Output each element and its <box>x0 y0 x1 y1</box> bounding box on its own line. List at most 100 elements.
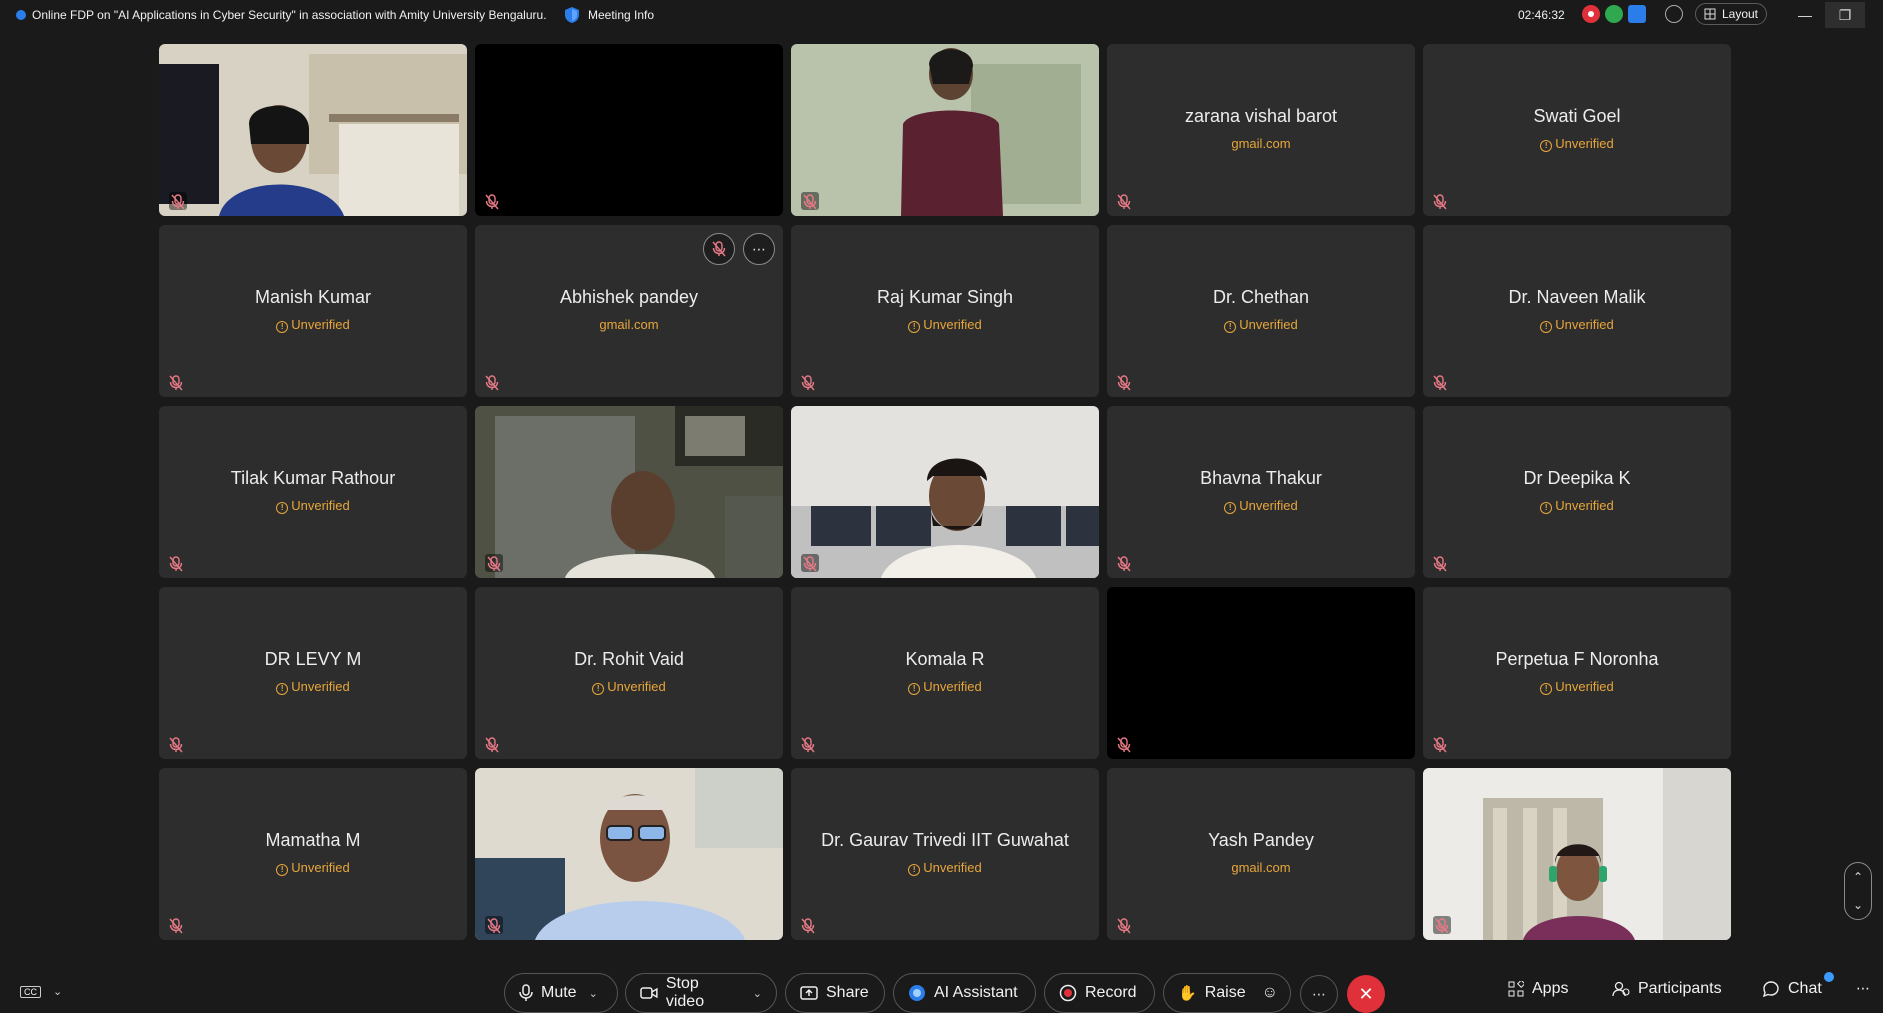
muted-microphone-icon <box>169 737 183 753</box>
participant-tile[interactable]: Swati Goel ! Unverified <box>1423 44 1731 216</box>
participant-tile[interactable] <box>159 44 467 216</box>
participant-tile[interactable]: Mamatha M ! Unverified <box>159 768 467 940</box>
participant-name: Perpetua F Noronha <box>1495 649 1659 669</box>
raise-button[interactable]: ✋ Raise ☺ <box>1163 973 1291 1013</box>
network-icon[interactable] <box>1605 5 1623 23</box>
warning-icon: ! <box>1224 321 1237 333</box>
meeting-timer: 02:46:32 <box>1518 8 1565 22</box>
layout-button[interactable]: Layout <box>1695 3 1767 25</box>
chevron-up-icon[interactable]: ⌃ <box>1853 870 1863 884</box>
muted-microphone-icon <box>1117 556 1131 572</box>
participant-tile[interactable] <box>475 44 783 216</box>
muted-microphone-icon <box>1433 916 1451 934</box>
share-button[interactable]: Share <box>785 973 885 1013</box>
unverified-badge: ! Unverified <box>159 317 467 333</box>
muted-microphone-icon <box>1117 918 1131 934</box>
apps-icon <box>1508 981 1524 997</box>
participant-video <box>475 768 783 940</box>
participant-tile[interactable]: Dr. Gaurav Trivedi IIT Guwahat ! Unverifie… <box>791 768 1099 940</box>
participant-tile[interactable] <box>1107 587 1415 759</box>
record-button[interactable]: Record <box>1044 973 1155 1013</box>
microphone-icon <box>519 984 533 1001</box>
chat-icon <box>1762 981 1779 998</box>
warning-icon: ! <box>1540 502 1553 514</box>
camera-icon <box>640 987 658 999</box>
warning-icon: ! <box>1224 502 1237 514</box>
participant-more-button[interactable]: ⋯ <box>743 233 775 265</box>
muted-microphone-icon <box>485 375 499 391</box>
ai-assistant-button[interactable]: AI Assistant <box>893 973 1036 1013</box>
unverified-badge: ! Unverified <box>791 317 1099 333</box>
participant-name: Dr. Rohit Vaid <box>574 649 684 669</box>
unverified-badge: ! Unverified <box>1107 317 1415 333</box>
muted-microphone-icon <box>485 737 499 753</box>
participant-tile[interactable]: Tilak Kumar Rathour ! Unverified <box>159 406 467 578</box>
participant-tile[interactable]: Komala R ! Unverified <box>791 587 1099 759</box>
participant-tile[interactable] <box>791 44 1099 216</box>
participant-tile[interactable]: Dr Deepika K ! Unverified <box>1423 406 1731 578</box>
muted-microphone-icon <box>485 916 503 934</box>
muted-microphone-icon <box>169 192 187 210</box>
muted-microphone-icon <box>1433 556 1447 572</box>
chevron-down-icon[interactable]: ⌄ <box>1853 898 1863 912</box>
participant-domain: gmail.com <box>1231 860 1291 875</box>
unverified-badge: ! Unverified <box>475 679 783 695</box>
tile-actions: ⋯ <box>703 233 775 265</box>
unverified-badge: ! Unverified <box>791 860 1099 876</box>
participant-tile[interactable]: Bhavna Thakur ! Unverified <box>1107 406 1415 578</box>
participant-domain: gmail.com <box>1231 136 1291 151</box>
webex-logo-icon <box>16 10 26 20</box>
chat-button[interactable]: Chat <box>1762 972 1834 998</box>
stop-video-button[interactable]: Stop video ⌄ <box>625 973 777 1013</box>
participant-name: Komala R <box>905 649 985 669</box>
participant-tile[interactable] <box>475 768 783 940</box>
reactions-icon[interactable]: ☺ <box>1262 984 1278 1002</box>
participant-tile[interactable]: Abhishek pandey gmail.com ⋯ <box>475 225 783 397</box>
participant-video <box>791 44 1099 216</box>
unverified-badge: ! Unverified <box>159 498 467 514</box>
participant-tile[interactable]: Dr. Naveen Malik ! Unverified <box>1423 225 1731 397</box>
captions-button[interactable]: CC ⌄ <box>20 985 62 998</box>
share-icon <box>800 986 818 1000</box>
participant-tile[interactable] <box>475 406 783 578</box>
muted-microphone-icon <box>1433 375 1447 391</box>
muted-microphone-icon <box>485 554 503 572</box>
meeting-info-button[interactable]: Meeting Info <box>564 6 654 24</box>
participant-tile[interactable]: Manish Kumar ! Unverified <box>159 225 467 397</box>
participant-tile[interactable]: DR LEVY M ! Unverified <box>159 587 467 759</box>
muted-microphone-icon <box>1117 737 1131 753</box>
participant-video <box>1423 768 1731 940</box>
grid-scroller[interactable]: ⌃ ⌄ <box>1844 862 1872 920</box>
participant-name: Raj Kumar Singh <box>876 287 1014 307</box>
apps-badge-icon[interactable] <box>1628 5 1646 23</box>
participant-tile[interactable]: Perpetua F Noronha ! Unverified <box>1423 587 1731 759</box>
restore-button[interactable]: ❐ <box>1825 2 1865 28</box>
minimize-button[interactable]: — <box>1785 2 1825 28</box>
participant-tile[interactable] <box>1423 768 1731 940</box>
mute-participant-button[interactable] <box>703 233 735 265</box>
recording-icon[interactable] <box>1582 5 1600 23</box>
more-options-button[interactable]: ⋯ <box>1300 975 1338 1013</box>
participant-tile[interactable]: Dr. Chethan ! Unverified <box>1107 225 1415 397</box>
more-menu-button[interactable]: ⋯ <box>1856 980 1870 997</box>
chevron-down-icon[interactable]: ⌄ <box>753 987 762 1000</box>
participant-tile[interactable]: Yash Pandey gmail.com <box>1107 768 1415 940</box>
mute-button[interactable]: Mute ⌄ <box>504 973 618 1013</box>
close-icon: ✕ <box>1358 983 1374 1004</box>
muted-microphone-icon <box>169 918 183 934</box>
participant-tile[interactable]: Dr. Rohit Vaid ! Unverified <box>475 587 783 759</box>
participants-icon <box>1612 981 1630 997</box>
muted-microphone-icon <box>1117 375 1131 391</box>
participant-tile[interactable]: zarana vishal barot gmail.com <box>1107 44 1415 216</box>
participant-name: Tilak Kumar Rathour <box>230 468 396 488</box>
warning-icon: ! <box>908 321 921 333</box>
leave-meeting-button[interactable]: ✕ <box>1347 975 1385 1013</box>
participant-tile[interactable] <box>791 406 1099 578</box>
participant-video <box>791 406 1099 578</box>
participant-tile[interactable]: Raj Kumar Singh ! Unverified <box>791 225 1099 397</box>
participant-name: Swati Goel <box>1533 106 1621 126</box>
zoom-icon[interactable] <box>1665 5 1683 23</box>
chevron-down-icon[interactable]: ⌄ <box>589 987 598 1000</box>
apps-button[interactable]: Apps <box>1508 980 1568 998</box>
participants-button[interactable]: Participants <box>1612 980 1722 998</box>
